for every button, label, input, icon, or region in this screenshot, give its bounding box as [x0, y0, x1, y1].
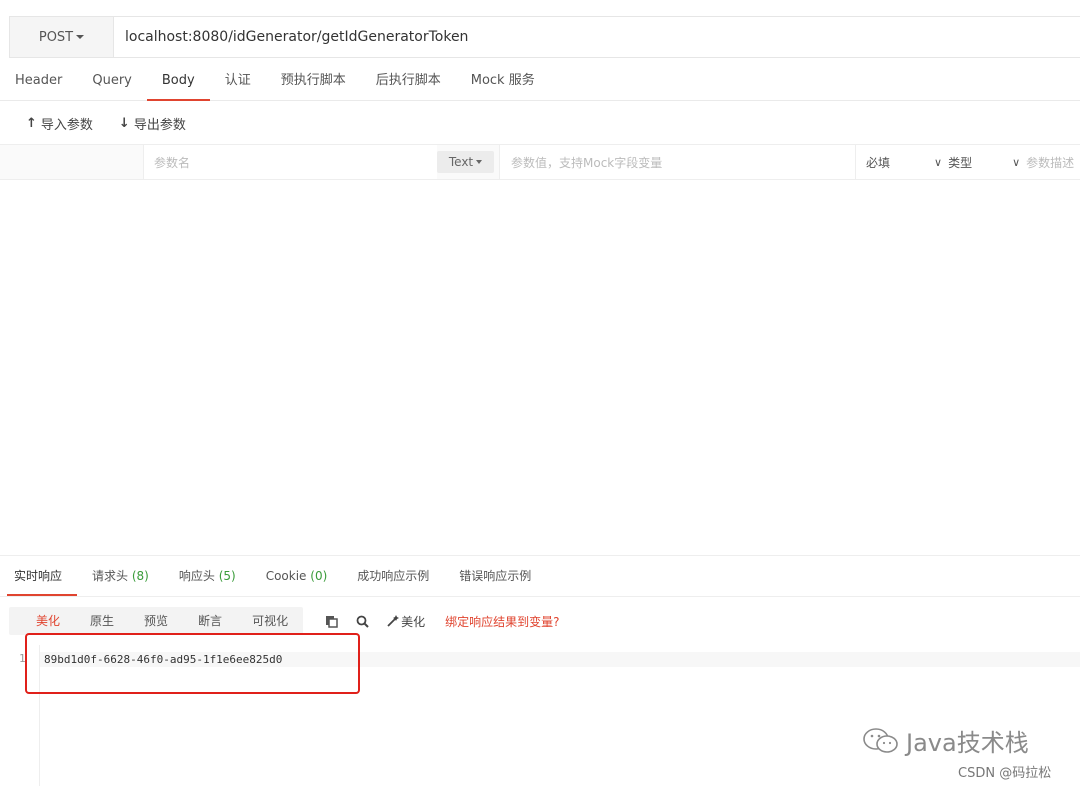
import-params-button[interactable]: ↑ 导入参数	[26, 114, 93, 133]
export-params-button[interactable]: ↓ 导出参数	[119, 114, 186, 133]
format-pretty-button[interactable]: 美化	[9, 607, 75, 635]
tab-response-headers[interactable]: 响应头 (5)	[164, 556, 251, 596]
tab-label: 实时响应	[14, 569, 63, 583]
magic-wand-icon	[387, 615, 400, 627]
param-type-dropdown[interactable]: Text	[437, 151, 494, 173]
tab-request-headers[interactable]: 请求头 (8)	[77, 556, 164, 596]
type-select[interactable]: 类型	[948, 154, 972, 171]
params-row: 参数名 Text 参数值，支持Mock字段变量 必填 ∨ 类型 ∨ 参数描述	[0, 144, 1080, 180]
url-bar: POST localhost:8080/idGenerator/getIdGen…	[9, 16, 1080, 58]
tab-query[interactable]: Query	[77, 60, 147, 101]
csdn-credit: CSDN @码拉松	[958, 766, 1052, 781]
format-assert-button[interactable]: 断言	[183, 607, 237, 635]
search-icon[interactable]	[356, 615, 369, 628]
param-desc-input[interactable]: 参数描述	[1026, 154, 1074, 171]
tab-pre-script[interactable]: 预执行脚本	[266, 60, 361, 101]
format-toolbar: 美化 原生 预览 断言 可视化 美化 绑定响应结果到变量?	[9, 607, 559, 635]
required-select[interactable]: 必填	[866, 154, 890, 171]
method-dropdown[interactable]: POST	[10, 17, 114, 57]
import-export-row: ↑ 导入参数 ↓ 导出参数	[0, 102, 1080, 144]
chevron-down-icon: ∨	[1012, 155, 1021, 169]
tab-label: 错误响应示例	[459, 569, 532, 583]
count-badge: (5)	[218, 569, 236, 583]
tab-header[interactable]: Header	[0, 60, 77, 101]
watermark: Java技术栈	[862, 723, 1029, 758]
format-button-group: 美化 原生 预览 断言 可视化	[9, 607, 304, 635]
highlight-annotation-box	[25, 633, 360, 694]
count-badge: (0)	[310, 569, 328, 583]
tab-label: Cookie	[265, 569, 307, 583]
chevron-down-icon	[476, 160, 483, 164]
param-name-input[interactable]: 参数名	[143, 145, 437, 179]
import-params-label: 导入参数	[40, 117, 93, 133]
response-tabs: 实时响应 请求头 (8) 响应头 (5) Cookie (0) 成功响应示例 错…	[0, 555, 1080, 597]
tab-error-example[interactable]: 错误响应示例	[444, 556, 546, 596]
param-value-input[interactable]: 参数值，支持Mock字段变量	[499, 145, 855, 179]
copy-icon[interactable]	[325, 615, 338, 628]
arrow-down-icon: ↓	[118, 115, 130, 131]
watermark-text: Java技术栈	[906, 729, 1029, 757]
beautify-button[interactable]: 美化	[387, 613, 425, 630]
arrow-up-icon: ↑	[26, 115, 37, 131]
tab-body[interactable]: Body	[146, 60, 210, 101]
format-raw-button[interactable]: 原生	[75, 607, 129, 635]
count-badge: (8)	[131, 569, 149, 583]
format-visualize-button[interactable]: 可视化	[237, 607, 303, 635]
format-preview-button[interactable]: 预览	[129, 607, 183, 635]
url-input[interactable]: localhost:8080/idGenerator/getIdGenerato…	[114, 17, 1080, 57]
tab-label: 响应头	[178, 569, 215, 583]
tab-post-script[interactable]: 后执行脚本	[361, 60, 456, 101]
tab-live-response[interactable]: 实时响应	[0, 556, 78, 596]
bind-response-link[interactable]: 绑定响应结果到变量?	[445, 613, 559, 630]
tab-label: 请求头	[92, 569, 129, 583]
tab-auth[interactable]: 认证	[210, 60, 266, 101]
tab-label: 成功响应示例	[357, 569, 430, 583]
export-params-label: 导出参数	[133, 117, 186, 133]
request-tabs: Header Query Body 认证 预执行脚本 后执行脚本 Mock 服务	[0, 60, 1080, 101]
chevron-down-icon	[76, 35, 85, 39]
param-type-value: Text	[448, 155, 474, 169]
wechat-icon	[863, 727, 898, 753]
tab-success-example[interactable]: 成功响应示例	[342, 556, 444, 596]
tab-mock-service[interactable]: Mock 服务	[456, 60, 550, 101]
method-label: POST	[38, 29, 74, 45]
format-tools: 美化 绑定响应结果到变量?	[325, 613, 559, 630]
tab-cookie[interactable]: Cookie (0)	[251, 556, 343, 596]
beautify-label: 美化	[401, 614, 426, 629]
chevron-down-icon: ∨	[934, 155, 943, 169]
param-options: 必填 ∨ 类型 ∨ 参数描述	[855, 145, 1080, 179]
